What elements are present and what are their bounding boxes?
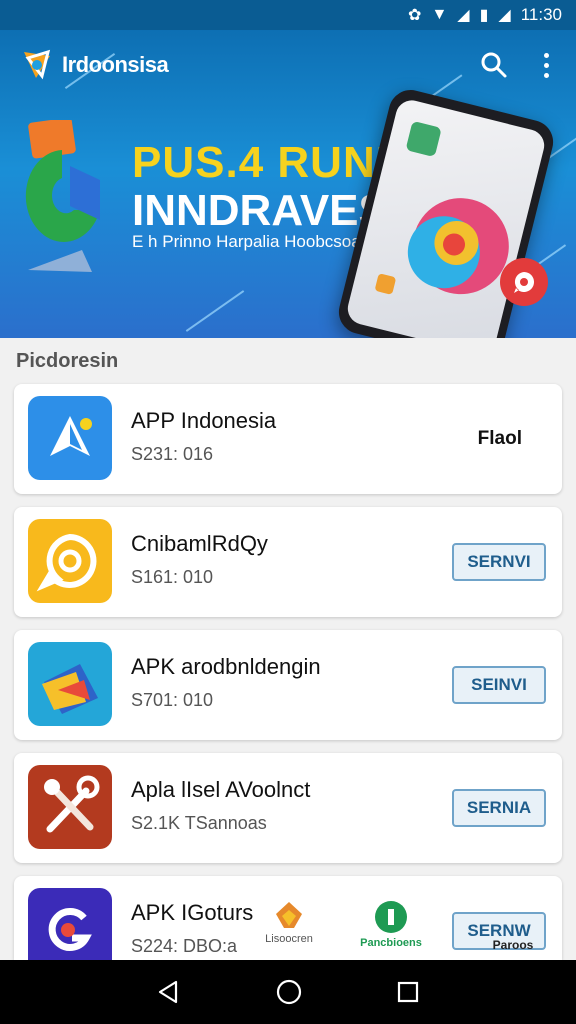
bottom-tab-pancbioens[interactable]: Pancbioens: [356, 900, 426, 949]
bottom-tab-label: Paroos: [492, 938, 534, 952]
back-icon[interactable]: [156, 979, 182, 1005]
app-icon-tools: [28, 765, 112, 849]
bottom-tab-label: Pancbioens: [360, 937, 422, 949]
home-icon[interactable]: [275, 978, 303, 1006]
recents-icon[interactable]: [396, 980, 420, 1004]
signal-icon: ◢: [457, 7, 470, 24]
app-action-button[interactable]: SERNVI: [452, 543, 546, 581]
overflow-menu-button[interactable]: [536, 47, 556, 83]
bottom-tab-paroos[interactable]: Paroos: [478, 938, 548, 952]
app-name: APK arodbnldengin: [131, 654, 321, 679]
signal-icon-2: ◢: [498, 7, 511, 24]
flame-icon: [276, 902, 302, 928]
chat-bubble-icon[interactable]: [500, 258, 548, 306]
bottom-tab-label: Lisoocren: [265, 933, 313, 945]
search-button[interactable]: [476, 47, 512, 83]
app-name: APP Indonesia: [131, 408, 277, 433]
status-bar: ✿ ▼ ◢ ▮ ◢ 11:30: [0, 0, 576, 30]
app-meta: S701: 010: [131, 690, 214, 710]
app-icon-package: [28, 642, 112, 726]
hero-logo-graphic: [22, 117, 104, 280]
app-meta: S161: 010: [131, 567, 214, 587]
app-card[interactable]: CnibamlRdQy S161: 010 SERNVI: [14, 507, 562, 617]
app-name: APK IGoturs: [131, 900, 254, 925]
green-badge-icon: [375, 901, 407, 933]
app-name: Apla lIsel AVoolnct: [131, 777, 311, 802]
logo-icon: [20, 48, 54, 82]
bottom-tab-lisoocren[interactable]: Lisoocren: [254, 900, 324, 945]
app-meta: S231: 016: [131, 444, 214, 464]
app-card[interactable]: APP Indonesia S231: 016 Flaol: [14, 384, 562, 494]
battery-icon: ▮: [479, 7, 489, 24]
wifi-icon: ▼: [431, 6, 448, 23]
app-bar: Irdoonsisa: [0, 30, 576, 100]
status-time: 11:30: [520, 5, 562, 24]
app-meta: S224: DBO:a: [131, 936, 238, 956]
section-title: Picdoresin: [16, 350, 119, 372]
app-logo-text: Irdoonsisa: [62, 52, 169, 77]
app-icon-send: [28, 396, 112, 480]
app-card[interactable]: Apla lIsel AVoolnct S2.1K TSannoas SERNI…: [14, 753, 562, 863]
bottom-tab-strip: Lisoocren Pancbioens Paroos: [240, 900, 560, 960]
app-card[interactable]: APK arodbnldengin S701: 010 SEINVI: [14, 630, 562, 740]
app-action-label[interactable]: Flaol: [478, 428, 522, 450]
search-icon: [481, 52, 507, 78]
app-name: CnibamlRdQy: [131, 531, 268, 556]
app-meta: S2.1K TSannoas: [131, 813, 267, 833]
settings-icon: ✿: [408, 7, 422, 24]
hero-banner[interactable]: Irdoonsisa PUS.4 RUNESL INNDRAVESIAN E h…: [0, 30, 576, 338]
app-icon-chat: [28, 519, 112, 603]
hero-subtitle: E h Prinno Harpalia Hoobcsoants: [132, 232, 384, 251]
app-action-button[interactable]: SEINVI: [452, 666, 546, 704]
system-nav-bar: [0, 960, 576, 1024]
app-action-button[interactable]: SERNIA: [452, 789, 546, 827]
app-icon-g: [28, 888, 112, 960]
